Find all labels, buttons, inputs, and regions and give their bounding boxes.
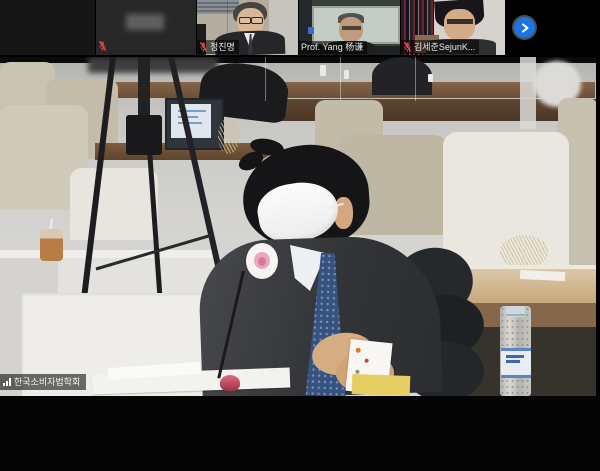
glasses-icon [447,19,473,24]
participants-filmstrip: 정진명 Prof. Yang 杨谦 김세준SejunK... [0,0,600,57]
letterbox-bar [0,396,600,471]
next-participants-button[interactable] [514,17,535,38]
glasses-icon [251,17,263,24]
glasses-icon [342,26,361,30]
iced-coffee-cup [40,229,63,261]
participant-video-3[interactable]: 정진명 [197,0,298,55]
muted-mic-icon [199,41,208,52]
blurred-video-content [126,14,164,30]
participant-name: Prof. Yang 杨谦 [301,42,364,52]
participant-name-badge: 정진명 [197,40,239,54]
participant-video-5[interactable]: 김세준SejunK... [401,0,505,55]
microphone-base [220,375,240,391]
participant-video-4[interactable]: Prof. Yang 杨谦 [299,0,400,55]
muted-mic-icon [98,40,107,51]
stream-watermark: 한국소비자법학회 [0,374,87,390]
participant-video-1[interactable] [0,0,95,55]
muted-mic-icon [403,41,412,52]
video-conference-window: 정진명 Prof. Yang 杨谦 김세준SejunK... 한국소비자법학회 [0,0,600,471]
glasses-icon [239,17,251,24]
chevron-right-icon [521,23,528,32]
participant-name-badge: 김세준SejunK... [401,40,480,54]
signal-bars-icon [3,378,11,386]
participant-face [444,9,475,40]
yellow-folder [351,373,411,396]
participant-video-2[interactable] [96,0,196,55]
participant-name-badge: Prof. Yang 杨谦 [299,41,368,54]
participant-name: 정진명 [210,41,235,52]
bottle-label [501,348,531,378]
main-speaker-video[interactable]: 한국소비자법학회 [0,57,596,396]
participant-name: 김세준SejunK... [414,41,476,52]
watermark-text: 한국소비자법학회 [14,377,81,387]
